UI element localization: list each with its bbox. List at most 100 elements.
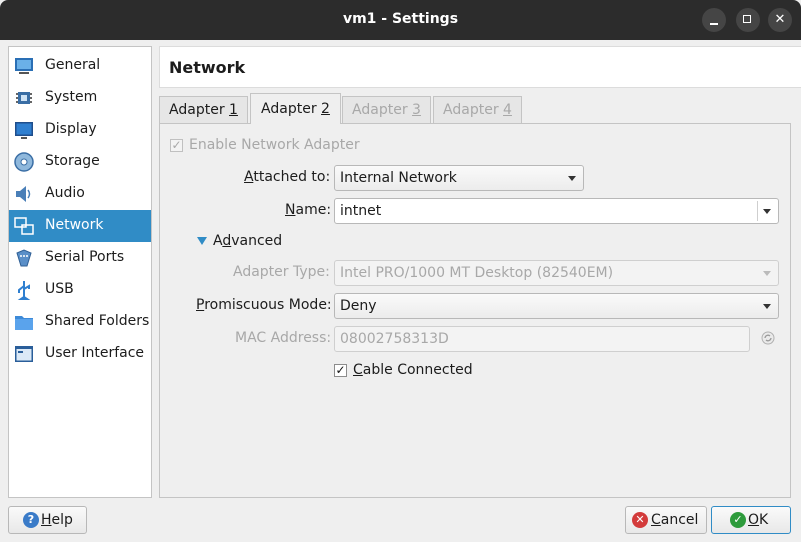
label-key: C [353, 362, 363, 378]
advanced-toggle[interactable]: Advanced [213, 233, 282, 249]
ok-button-label: OK [748, 507, 768, 533]
sidebar-item-user-interface[interactable]: User Interface [9, 338, 151, 370]
settings-category-list[interactable]: General System Display Storage Audio Net… [8, 46, 152, 498]
label-text: ttached to: [253, 169, 331, 185]
label-text: able Connected [362, 362, 473, 378]
shared-folder-icon [15, 316, 33, 330]
page-title: Network [169, 58, 246, 77]
combo-separator [757, 201, 758, 221]
help-button-label: Help [41, 507, 73, 533]
sidebar-item-general[interactable]: General [9, 50, 151, 82]
window-title: vm1 - Settings [342, 11, 459, 27]
sidebar-item-network[interactable]: Network [9, 210, 151, 242]
adapter-type-label: Adapter Type: [233, 264, 330, 280]
tab-adapter-4[interactable]: Adapter 4 [433, 96, 522, 124]
minimize-button[interactable] [702, 8, 726, 32]
label-text: ancel [660, 512, 699, 528]
sidebar-item-label: Display [45, 121, 97, 137]
sidebar-item-label: General [45, 57, 101, 73]
mac-address-value: 08002758313D [340, 331, 449, 347]
serial-ports-icon [16, 249, 32, 267]
label-key: A [244, 169, 254, 185]
refresh-mac-icon[interactable] [760, 330, 776, 346]
help-button[interactable]: ? Help [8, 506, 87, 534]
sidebar-item-system[interactable]: System [9, 82, 151, 114]
sidebar-item-label: Network [45, 217, 104, 233]
tab-label: Adapter [261, 101, 322, 117]
label-text: ame: [295, 202, 332, 218]
advanced-expand-icon[interactable] [197, 237, 207, 245]
title-bar[interactable]: vm1 - Settings ✕ [0, 0, 801, 40]
cancel-icon: ✕ [632, 512, 648, 528]
minimize-icon [710, 23, 718, 25]
sidebar-item-storage[interactable]: Storage [9, 146, 151, 178]
promiscuous-mode-label: Promiscuous Mode: [196, 297, 332, 313]
label-key: d [222, 233, 232, 249]
tab-adapter-2[interactable]: Adapter 2 [250, 93, 341, 124]
display-monitor-icon [15, 122, 33, 139]
sidebar-item-label: Serial Ports [45, 249, 125, 265]
label-text: elp [51, 512, 73, 528]
usb-icon [17, 281, 31, 300]
sidebar-item-serial-ports[interactable]: Serial Ports [9, 242, 151, 274]
tab-label: Adapter [169, 102, 230, 118]
system-chip-icon [16, 92, 32, 104]
network-name-combobox[interactable]: intnet [334, 198, 779, 224]
promiscuous-mode-value: Deny [340, 298, 377, 314]
adapter-type-select[interactable]: Intel PRO/1000 MT Desktop (82540EM) [334, 260, 779, 286]
general-icon [15, 58, 33, 74]
storage-disk-icon [14, 152, 34, 172]
tab-label: Adapter [443, 102, 504, 118]
tab-label-key: 4 [503, 102, 512, 118]
chevron-down-icon [763, 271, 771, 276]
enable-adapter-label: Enable Network Adapter [189, 137, 360, 153]
name-label: Name: [285, 202, 331, 218]
ok-button[interactable]: ✓ OK [711, 506, 791, 534]
chevron-down-icon [763, 304, 771, 309]
label-text: vanced [231, 233, 283, 249]
label-text: A [213, 233, 223, 249]
help-icon: ? [23, 512, 39, 528]
label-text: romiscuous Mode: [204, 297, 332, 313]
cable-connected-checkbox[interactable]: ✓ [334, 364, 347, 377]
sidebar-item-usb[interactable]: USB [9, 274, 151, 306]
sidebar-item-display[interactable]: Display [9, 114, 151, 146]
tab-adapter-1[interactable]: Adapter 1 [159, 96, 248, 124]
sidebar-item-label: Shared Folders [45, 313, 150, 329]
sidebar-item-label: User Interface [45, 345, 145, 361]
tab-label-key: 1 [229, 102, 238, 118]
chevron-down-icon [568, 176, 576, 181]
cancel-button[interactable]: ✕ Cancel [625, 506, 707, 534]
cancel-button-label: Cancel [651, 507, 698, 533]
ok-check-icon: ✓ [730, 512, 746, 528]
maximize-icon [743, 15, 751, 23]
mac-address-label: MAC Address: [235, 330, 332, 346]
page-header: Network [159, 46, 801, 88]
close-button[interactable]: ✕ [768, 8, 792, 32]
sidebar-item-label: System [45, 89, 98, 105]
attached-to-label: Attached to: [244, 169, 330, 185]
sidebar-item-audio[interactable]: Audio [9, 178, 151, 210]
attached-to-value: Internal Network [340, 170, 457, 186]
maximize-button[interactable] [736, 8, 760, 32]
label-key: P [196, 297, 205, 313]
attached-to-select[interactable]: Internal Network [334, 165, 584, 191]
close-icon: ✕ [774, 12, 786, 27]
mac-address-input[interactable]: 08002758313D [334, 326, 750, 352]
audio-speaker-icon [16, 186, 31, 202]
label-key: H [41, 512, 52, 528]
tab-adapter-3[interactable]: Adapter 3 [342, 96, 431, 124]
label-key: O [748, 512, 760, 528]
network-icon [14, 217, 34, 235]
cable-connected-label: Cable Connected [353, 362, 473, 378]
label-text: K [759, 512, 769, 528]
sidebar-item-shared-folders[interactable]: Shared Folders [9, 306, 151, 338]
label-key: N [285, 202, 296, 218]
promiscuous-mode-select[interactable]: Deny [334, 293, 779, 319]
sidebar-item-label: Audio [45, 185, 85, 201]
chevron-down-icon[interactable] [763, 209, 771, 214]
tab-label-key: 2 [321, 101, 330, 117]
sidebar-item-label: USB [45, 281, 74, 297]
enable-adapter-checkbox[interactable]: ✓ [170, 139, 183, 152]
adapter-type-value: Intel PRO/1000 MT Desktop (82540EM) [340, 265, 614, 281]
